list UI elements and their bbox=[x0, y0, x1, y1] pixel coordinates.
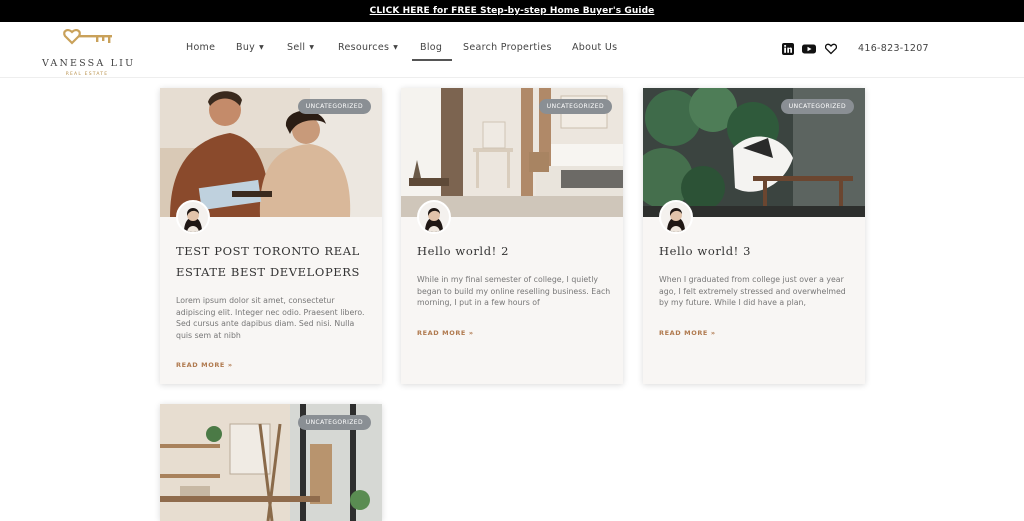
post-excerpt: Lorem ipsum dolor sit amet, consectetur … bbox=[176, 296, 365, 340]
nav-buy-label: Buy bbox=[236, 42, 256, 53]
linkedin-icon[interactable] bbox=[782, 43, 794, 55]
author-portrait bbox=[661, 202, 691, 232]
post-title[interactable]: Hello world! 3 bbox=[659, 241, 854, 262]
site-logo[interactable]: VANESSA LIU REAL ESTATE bbox=[42, 28, 136, 77]
post-image[interactable]: UNCATEGORIZED bbox=[401, 88, 623, 217]
chevron-down-icon: ▼ bbox=[393, 44, 399, 51]
logo-subtitle: REAL ESTATE bbox=[65, 72, 109, 77]
phone-number[interactable]: 416-823-1207 bbox=[858, 43, 929, 54]
read-more-link[interactable]: READ MORE » bbox=[176, 361, 233, 369]
announcement-bar: CLICK HERE for FREE Step-by-step Home Bu… bbox=[0, 0, 1024, 22]
site-header: VANESSA LIU REAL ESTATE Home Buy ▼ Sell ▼ … bbox=[0, 22, 1024, 78]
heart-icon[interactable] bbox=[825, 43, 837, 55]
read-more-link[interactable]: READ MORE » bbox=[659, 329, 716, 337]
logo-name: VANESSA LIU bbox=[42, 58, 136, 69]
nav-search-properties-label: Search Properties bbox=[463, 42, 552, 53]
key-logo-icon bbox=[63, 29, 112, 45]
nav-home[interactable]: Home bbox=[186, 42, 215, 53]
nav-resources[interactable]: Resources ▼ bbox=[338, 42, 398, 53]
category-badge[interactable]: UNCATEGORIZED bbox=[297, 415, 371, 430]
author-avatar[interactable] bbox=[176, 200, 210, 234]
nav-blog[interactable]: Blog bbox=[411, 42, 453, 61]
nav-about-us-label: About Us bbox=[572, 42, 618, 53]
author-portrait bbox=[178, 202, 208, 232]
blog-card[interactable]: UNCATEGORIZED Hello world! 3 When I grad… bbox=[643, 88, 865, 384]
post-excerpt: When I graduated from college just over … bbox=[659, 275, 846, 307]
category-badge[interactable]: UNCATEGORIZED bbox=[780, 99, 854, 114]
nav-home-label: Home bbox=[186, 42, 216, 53]
youtube-icon[interactable] bbox=[802, 43, 816, 55]
read-more-link[interactable]: READ MORE » bbox=[417, 329, 474, 337]
author-avatar[interactable] bbox=[417, 200, 451, 234]
chevron-down-icon: ▼ bbox=[259, 44, 264, 51]
author-portrait bbox=[419, 202, 449, 232]
buyers-guide-link[interactable]: CLICK HERE for FREE Step-by-step Home Bu… bbox=[370, 6, 655, 16]
nav-resources-label: Resources bbox=[338, 42, 390, 53]
post-image[interactable]: UNCATEGORIZED bbox=[160, 88, 382, 217]
blog-card[interactable]: UNCATEGORIZED TEST POST TORONTO REAL EST… bbox=[160, 88, 382, 384]
post-title[interactable]: TEST POST TORONTO REAL ESTATE BEST DEVEL… bbox=[176, 241, 371, 283]
nav-sell-label: Sell bbox=[287, 42, 306, 53]
post-excerpt: While in my final semester of college, I… bbox=[417, 275, 611, 307]
post-image[interactable]: UNCATEGORIZED bbox=[643, 88, 865, 217]
category-badge[interactable]: UNCATEGORIZED bbox=[538, 99, 612, 114]
author-avatar[interactable] bbox=[659, 200, 693, 234]
nav-search-properties[interactable]: Search Properties bbox=[463, 42, 552, 53]
post-image[interactable]: UNCATEGORIZED bbox=[160, 404, 382, 521]
category-badge[interactable]: UNCATEGORIZED bbox=[297, 99, 371, 114]
nav-about-us[interactable]: About Us bbox=[572, 42, 617, 53]
blog-card[interactable]: UNCATEGORIZED bbox=[160, 404, 382, 521]
nav-sell[interactable]: Sell ▼ bbox=[287, 42, 314, 53]
post-title[interactable]: Hello world! 2 bbox=[417, 241, 612, 262]
chevron-down-icon: ▼ bbox=[309, 44, 315, 51]
blog-card[interactable]: UNCATEGORIZED Hello world! 2 While in my… bbox=[401, 88, 623, 384]
nav-buy[interactable]: Buy ▼ bbox=[236, 42, 264, 53]
nav-blog-label: Blog bbox=[420, 42, 443, 53]
